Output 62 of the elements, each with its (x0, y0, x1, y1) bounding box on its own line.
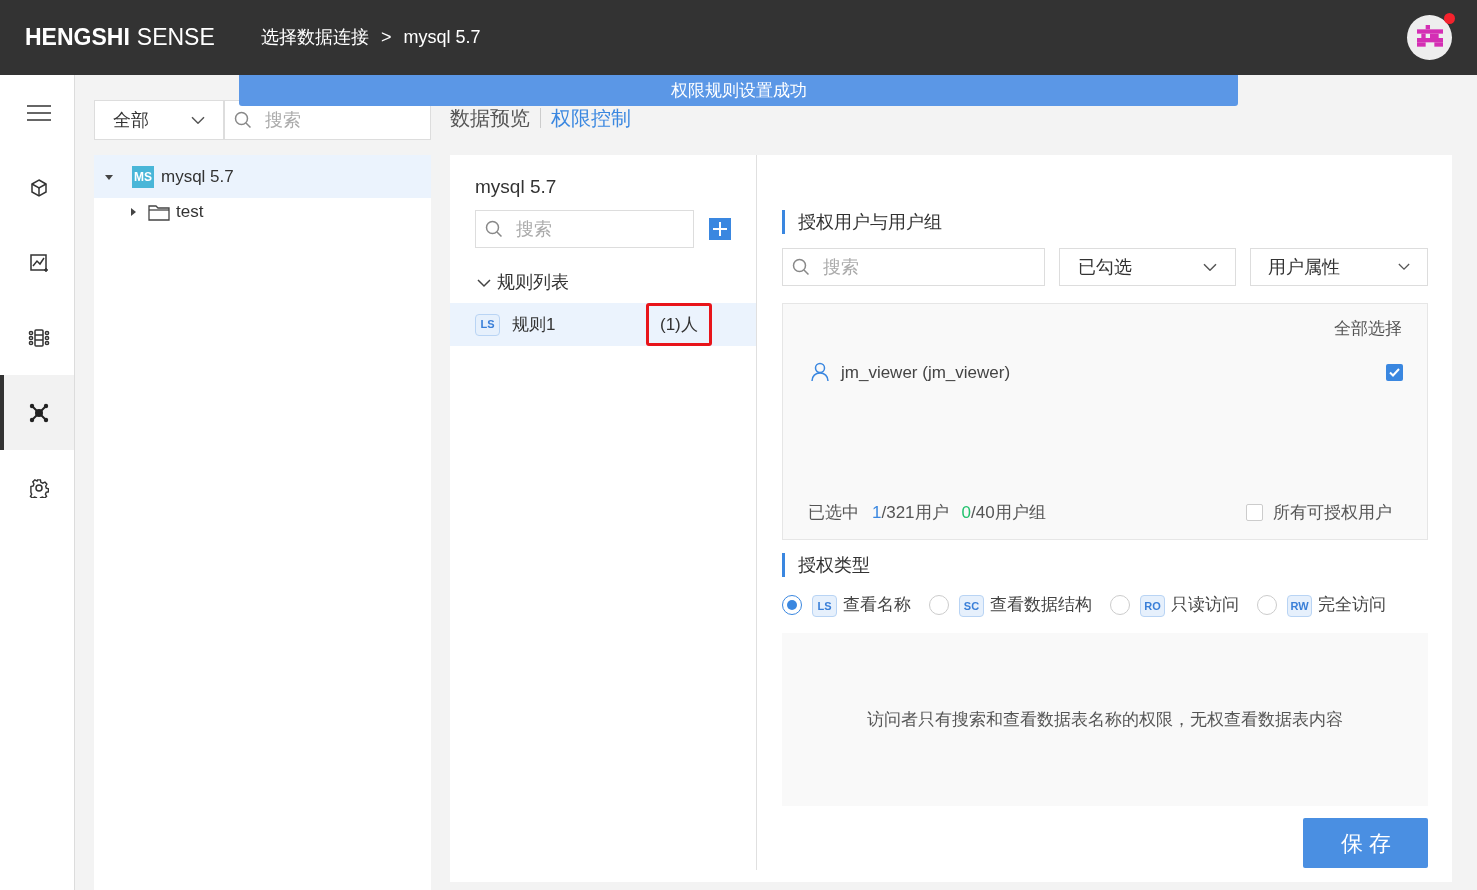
checkbox[interactable] (1386, 363, 1403, 381)
section-toggle[interactable]: 规则列表 (450, 248, 756, 303)
radio-button[interactable] (782, 595, 802, 615)
radio-label: 查看名称 (843, 594, 911, 617)
rule-name: 规则1 (512, 313, 557, 336)
section-title: 授权类型 (782, 553, 1428, 577)
chart-icon (29, 252, 49, 273)
select-all-link[interactable]: 全部选择 (1334, 316, 1402, 342)
checkmark-icon (1389, 367, 1400, 377)
user-selection-count: 1/321用户 (872, 501, 949, 524)
group-selection-count: 0/40用户组 (961, 501, 1046, 524)
caret-right-icon[interactable] (128, 207, 138, 217)
menu-icon (26, 103, 52, 122)
tree-item[interactable]: MS mysql 5.7 (94, 155, 431, 198)
radio-label: 查看数据结构 (990, 594, 1092, 617)
nav-item[interactable] (0, 375, 74, 450)
radio-label: 只读访问 (1171, 594, 1239, 617)
search-field[interactable]: 搜索 (782, 248, 1045, 286)
tree-item[interactable]: test (94, 198, 431, 226)
tree-label: mysql 5.7 (161, 165, 234, 188)
add-button[interactable] (709, 218, 731, 240)
type-badge: LS (475, 313, 500, 336)
checkbox[interactable] (1246, 503, 1263, 521)
type-badge: SC (959, 595, 984, 618)
rule-item[interactable]: LS 规则1 (1)人 (450, 303, 756, 346)
plus-icon (713, 222, 728, 236)
radio-button[interactable] (1110, 595, 1130, 615)
logo-text: SENSE (136, 23, 215, 53)
panel-title: mysql 5.7 (474, 175, 558, 199)
type-badge: RW (1287, 595, 1312, 618)
summary-label: 已选中 (808, 501, 859, 524)
radio-button[interactable] (929, 595, 949, 615)
logo-text: HENGSHI (25, 23, 130, 53)
pipeline-icon (28, 327, 50, 348)
breadcrumb-item[interactable]: mysql 5.7 (403, 24, 481, 51)
chevron-down-icon (1398, 263, 1410, 271)
folder-icon (148, 203, 170, 221)
type-dropdown[interactable]: 全部 (94, 100, 224, 140)
user-name: jm_viewer (jm_viewer) (841, 361, 1011, 384)
section-title: 授权用户与用户组 (782, 210, 1428, 234)
breadcrumb-item[interactable]: 选择数据连接 (261, 24, 369, 51)
filter-dropdown[interactable]: 用户属性 (1250, 248, 1428, 286)
settings-icon (29, 477, 49, 498)
filter-dropdown[interactable]: 已勾选 (1059, 248, 1236, 286)
tree-label: test (176, 201, 204, 224)
avatar[interactable] (1407, 15, 1452, 60)
cube-icon (29, 177, 49, 198)
type-badge: LS (812, 595, 837, 618)
checkbox-label: 所有可授权用户 (1273, 501, 1392, 524)
toast-message: 权限规则设置成功 (239, 75, 1238, 106)
database-badge: MS (132, 165, 154, 188)
breadcrumb-separator: > (381, 26, 392, 49)
network-icon (29, 402, 49, 423)
chevron-down-icon (1203, 262, 1217, 272)
search-field[interactable]: 搜索 (475, 210, 695, 248)
radio-button[interactable] (1257, 595, 1277, 615)
chevron-down-icon (191, 115, 205, 125)
user-count: (1)人 (646, 303, 712, 346)
user-icon (811, 362, 829, 383)
type-badge: RO (1140, 595, 1165, 618)
radio-label: 完全访问 (1318, 594, 1386, 617)
description-text: 访问者只有搜索和查看数据表名称的权限，无权查看数据表内容 (867, 708, 1343, 731)
